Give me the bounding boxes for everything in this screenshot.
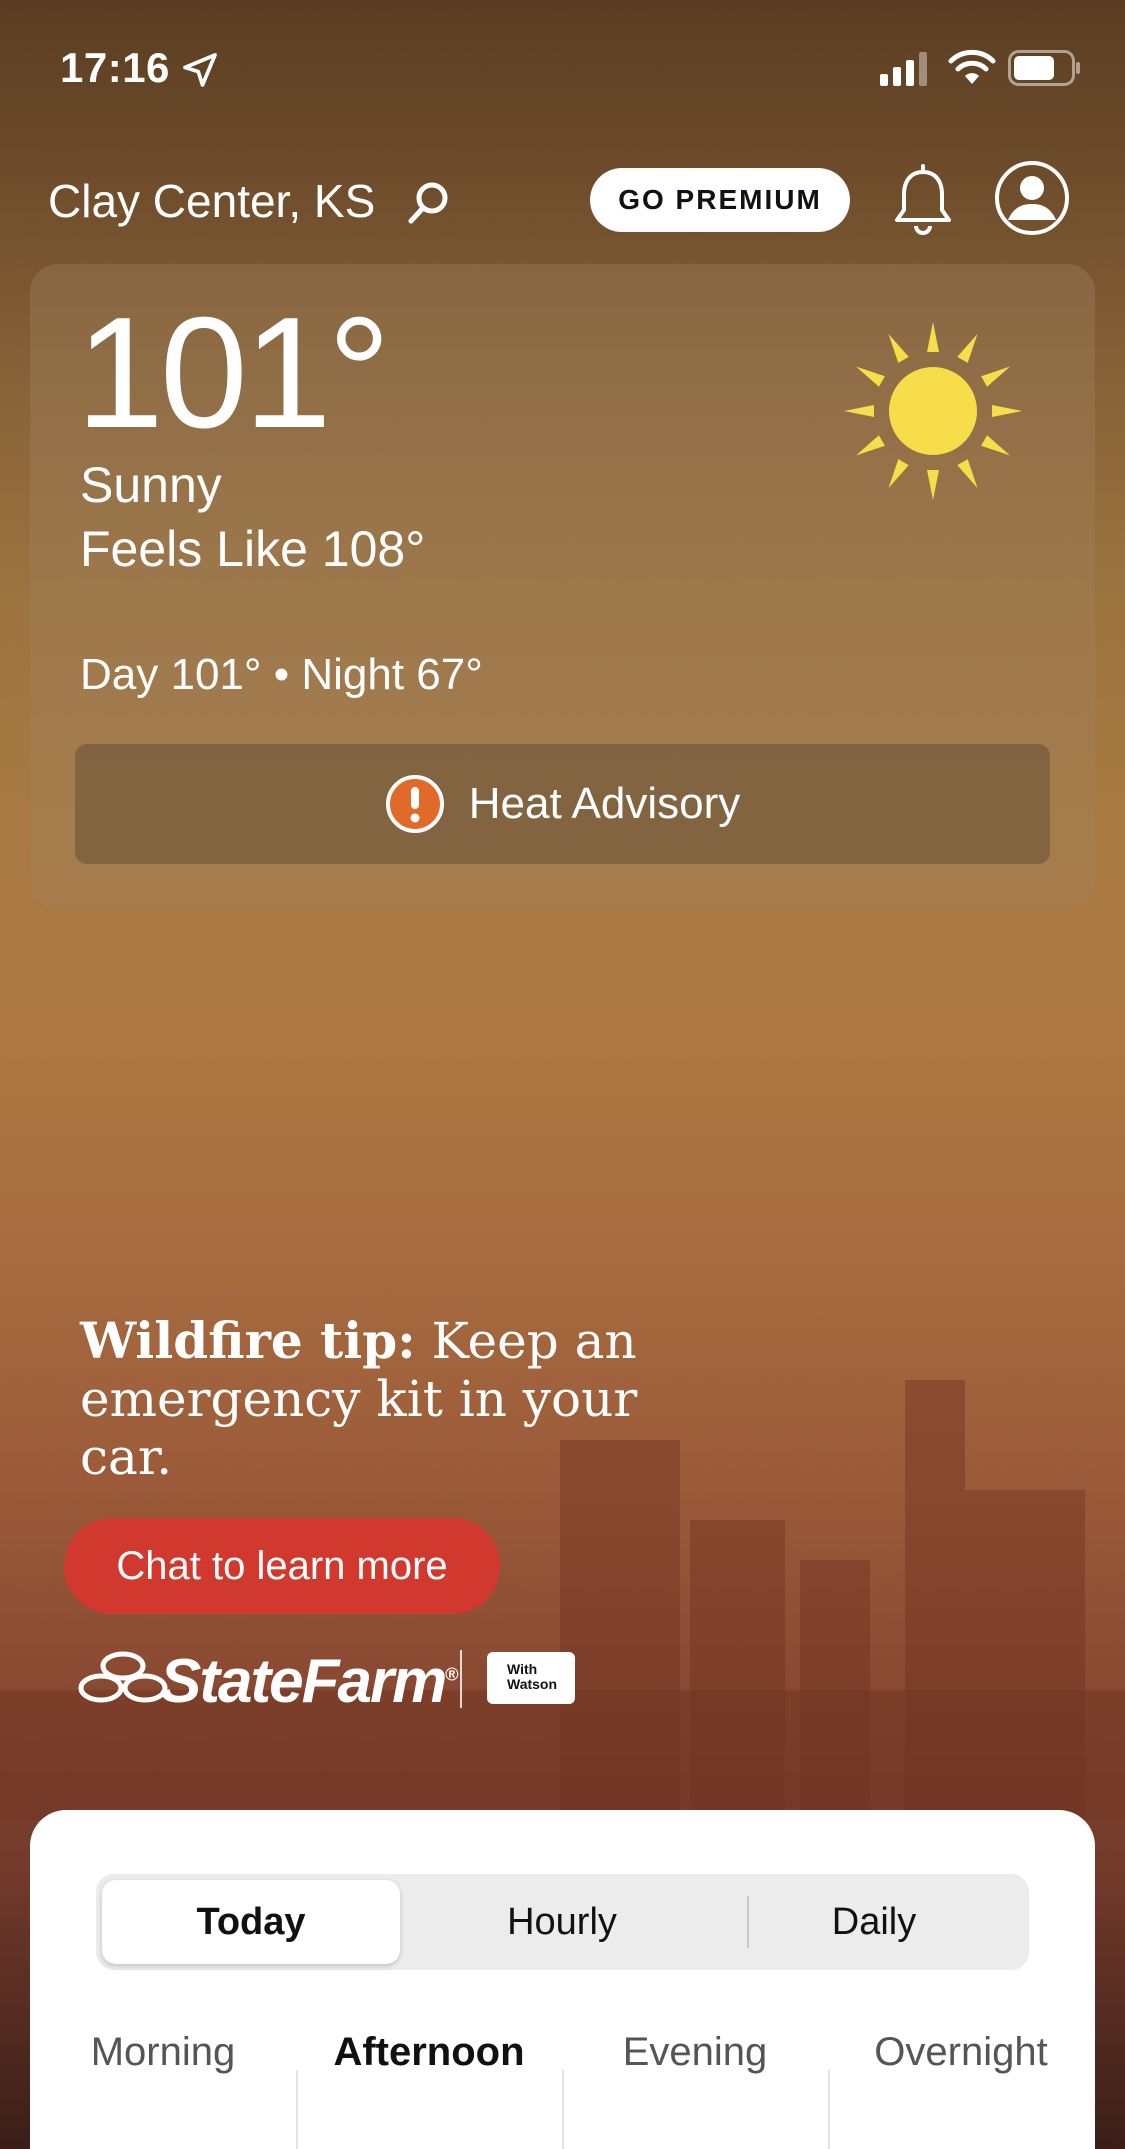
heat-advisory-banner[interactable]: Heat Advisory <box>75 744 1050 864</box>
day-night-temps: Day 101° • Night 67° <box>80 650 483 699</box>
status-time: 17:16 <box>60 44 170 91</box>
statefarm-brand: StateFarm® <box>160 1646 459 1717</box>
period-divider <box>296 2070 298 2149</box>
go-premium-button[interactable]: GO PREMIUM <box>590 168 850 232</box>
with-watson-badge: With Watson <box>487 1652 575 1704</box>
battery-icon <box>1008 50 1080 86</box>
app-header: Clay Center, KS GO PREMIUM <box>0 160 1125 240</box>
location-arrow-icon <box>183 53 217 87</box>
account-icon[interactable] <box>994 160 1070 236</box>
period-divider <box>828 2070 830 2149</box>
statefarm-logo <box>78 1651 168 1703</box>
watson-line-1: With <box>507 1661 538 1677</box>
current-conditions-card[interactable]: 101° Sunny Feels Like 108° Day 101° • Ni… <box>30 264 1095 909</box>
period-afternoon[interactable]: Afternoon <box>296 2030 562 2075</box>
tab-daily[interactable]: Daily <box>725 1880 1023 1964</box>
brand-mark: ® <box>445 1664 458 1685</box>
day-period-selector: Morning Afternoon Evening Overnight <box>30 2030 1095 2149</box>
bell-icon[interactable] <box>892 164 954 236</box>
period-overnight[interactable]: Overnight <box>828 2030 1094 2075</box>
period-evening[interactable]: Evening <box>562 2030 828 2075</box>
sun-icon <box>844 322 1022 500</box>
forecast-sheet: Today Hourly Daily Morning Afternoon Eve… <box>30 1810 1095 2149</box>
status-bar: 17:16 <box>0 0 1125 130</box>
alert-icon <box>385 775 444 833</box>
feels-like-text: Feels Like 108° <box>80 521 426 577</box>
watson-line-2: Watson <box>507 1676 558 1692</box>
cellular-signal-icon <box>880 52 927 86</box>
ad-divider <box>460 1650 462 1708</box>
forecast-segmented-control: Today Hourly Daily <box>96 1874 1029 1970</box>
search-icon[interactable] <box>404 178 454 228</box>
period-divider <box>562 2070 564 2149</box>
tab-today[interactable]: Today <box>102 1880 400 1964</box>
advisory-label: Heat Advisory <box>468 779 741 828</box>
brand-name: StateFarm <box>160 1647 447 1716</box>
ad-tip-text: Wildfire tip: Keep an emergency kit in y… <box>80 1311 640 1487</box>
chat-to-learn-more-button[interactable]: Chat to learn more <box>64 1518 500 1614</box>
wifi-icon <box>948 49 996 84</box>
ad-tip-bold: Wildfire tip: <box>80 1311 416 1370</box>
current-temperature: 101° <box>76 285 391 461</box>
location-name[interactable]: Clay Center, KS <box>48 174 375 228</box>
period-morning[interactable]: Morning <box>30 2030 296 2075</box>
tab-hourly[interactable]: Hourly <box>413 1880 711 1964</box>
condition-text: Sunny <box>80 457 222 513</box>
